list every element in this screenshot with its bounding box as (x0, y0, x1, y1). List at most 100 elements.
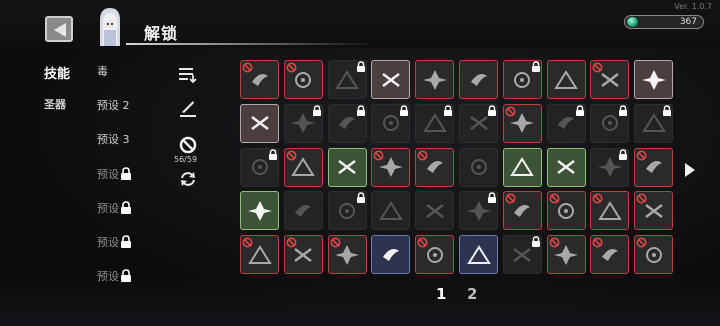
skill-slot[interactable] (283, 235, 323, 275)
lock-icon (663, 105, 672, 116)
skill-slot[interactable] (459, 60, 498, 99)
ban-icon[interactable] (179, 136, 197, 154)
ban-icon (330, 237, 341, 248)
lock-icon (400, 105, 409, 116)
skill-slot[interactable] (590, 191, 630, 231)
skill-slot[interactable] (546, 103, 586, 143)
skill-icon (470, 73, 487, 86)
sort-icon[interactable] (178, 66, 198, 84)
title-underline (126, 43, 376, 45)
ban-icon (373, 150, 384, 161)
page-1[interactable]: 1 (436, 285, 446, 303)
skill-slot[interactable] (502, 103, 542, 143)
lock-icon (444, 105, 453, 116)
skill-slot[interactable] (546, 235, 586, 275)
skill-slot[interactable] (240, 60, 279, 99)
ban-icon (592, 237, 603, 248)
lock-icon (488, 105, 496, 116)
skill-slot[interactable] (327, 147, 367, 187)
preset-locked-5[interactable]: 预设 (97, 200, 132, 216)
preset-label: 预设 (97, 236, 119, 249)
preset-2[interactable]: 预设 2 (97, 97, 130, 113)
lock-icon (269, 148, 277, 160)
skill-slot[interactable] (502, 235, 542, 275)
skill-slot[interactable] (283, 60, 323, 99)
skill-slot[interactable] (459, 147, 498, 187)
skill-slot[interactable] (459, 103, 498, 143)
ban-count: 56/59 (174, 155, 198, 164)
preset-3[interactable]: 预设 3 (97, 131, 130, 147)
currency-display: 367 (624, 15, 704, 29)
skill-slot[interactable] (634, 147, 674, 187)
skill-slot[interactable] (240, 103, 279, 143)
preset-label: 预设 (97, 168, 119, 181)
skill-slot[interactable] (502, 60, 542, 99)
skill-slot[interactable] (590, 60, 630, 99)
ban-icon (505, 106, 516, 117)
lock-icon (121, 235, 131, 248)
skill-slot[interactable] (371, 103, 411, 143)
skill-slot[interactable] (240, 191, 279, 231)
skill-slot[interactable] (502, 191, 542, 231)
skill-slot[interactable] (590, 103, 630, 143)
ban-icon (592, 62, 603, 73)
skill-slot[interactable] (283, 103, 323, 143)
skill-slot[interactable] (371, 191, 411, 231)
skill-slot[interactable] (327, 103, 367, 143)
skill-slot[interactable] (415, 103, 455, 143)
preset-poison[interactable]: 毒 (97, 63, 108, 79)
skill-slot[interactable] (459, 235, 498, 275)
lock-icon (356, 192, 365, 204)
skill-slot[interactable] (371, 235, 411, 275)
skill-slot[interactable] (546, 147, 586, 187)
skill-slot[interactable] (634, 191, 674, 231)
skill-slot[interactable] (546, 191, 586, 231)
lock-icon (531, 61, 540, 72)
lock-icon (356, 105, 365, 116)
next-arrow-icon[interactable] (684, 162, 696, 178)
skill-icon (250, 116, 269, 131)
skill-slot[interactable] (327, 60, 367, 99)
skill-slot[interactable] (283, 191, 323, 231)
sword-edit-icon[interactable] (178, 99, 198, 119)
page-title: 解锁 (144, 24, 179, 43)
back-button[interactable] (45, 16, 73, 42)
skill-slot[interactable] (327, 235, 367, 275)
ban-icon (286, 237, 297, 248)
skill-icon (382, 248, 399, 261)
skill-icon (295, 204, 312, 217)
skill-slot[interactable] (634, 60, 674, 99)
preset-locked-7[interactable]: 预设 (97, 268, 132, 284)
preset-locked-6[interactable]: 预设 (97, 234, 132, 250)
skill-slot[interactable] (634, 103, 674, 143)
ban-icon (636, 150, 647, 161)
page-2[interactable]: 2 (467, 285, 477, 303)
skill-slot[interactable] (240, 235, 279, 275)
skill-slot[interactable] (546, 60, 586, 99)
skill-slot[interactable] (327, 191, 367, 231)
skill-slot[interactable] (459, 191, 498, 231)
tab-skills[interactable]: 技能 (44, 63, 70, 82)
preset-locked-4[interactable]: 预设 (97, 166, 132, 182)
refresh-icon[interactable] (178, 170, 198, 188)
skill-slot[interactable] (415, 191, 455, 231)
skill-slot[interactable] (240, 147, 279, 187)
skill-slot[interactable] (415, 147, 455, 187)
skill-slot[interactable] (590, 147, 630, 187)
skill-slot[interactable] (502, 147, 542, 187)
skill-slot[interactable] (634, 235, 674, 275)
skill-slot[interactable] (590, 235, 630, 275)
skill-slot[interactable] (415, 60, 455, 99)
skill-slot[interactable] (283, 147, 323, 187)
skill-slot[interactable] (415, 235, 455, 275)
tab-relics[interactable]: 圣器 (44, 96, 66, 112)
skill-icon (422, 69, 447, 90)
skill-icon (554, 69, 578, 89)
lock-icon (312, 105, 321, 116)
skill-slot[interactable] (371, 147, 411, 187)
skill-slot[interactable] (371, 60, 411, 99)
skill-icon (338, 160, 356, 175)
back-arrow-icon (54, 23, 66, 37)
preset-label: 预设 (97, 202, 119, 215)
lock-icon (575, 105, 584, 116)
